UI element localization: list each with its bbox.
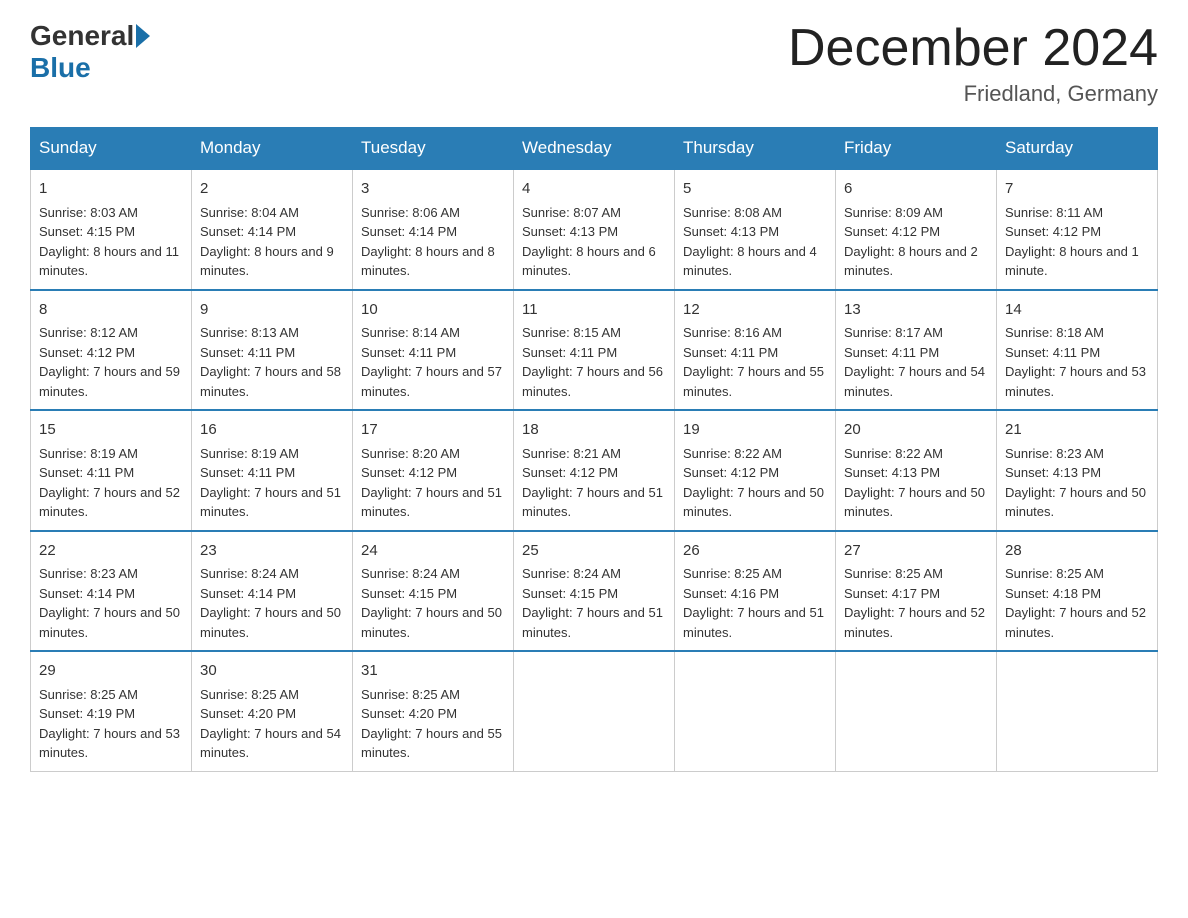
calendar-week-row: 29Sunrise: 8:25 AMSunset: 4:19 PMDayligh… [31,651,1158,771]
day-number: 11 [522,299,666,322]
day-number: 18 [522,419,666,442]
calendar-cell: 17Sunrise: 8:20 AMSunset: 4:12 PMDayligh… [353,410,514,531]
calendar-cell: 11Sunrise: 8:15 AMSunset: 4:11 PMDayligh… [514,290,675,411]
calendar-cell: 9Sunrise: 8:13 AMSunset: 4:11 PMDaylight… [192,290,353,411]
weekday-header-thursday: Thursday [675,128,836,170]
calendar-table: SundayMondayTuesdayWednesdayThursdayFrid… [30,127,1158,772]
day-number: 10 [361,299,505,322]
logo-arrow-icon [136,24,150,48]
day-number: 3 [361,178,505,201]
weekday-header-sunday: Sunday [31,128,192,170]
logo-general-text: General [30,20,134,52]
calendar-cell: 27Sunrise: 8:25 AMSunset: 4:17 PMDayligh… [836,531,997,652]
day-number: 4 [522,178,666,201]
calendar-cell: 23Sunrise: 8:24 AMSunset: 4:14 PMDayligh… [192,531,353,652]
calendar-cell: 18Sunrise: 8:21 AMSunset: 4:12 PMDayligh… [514,410,675,531]
day-number: 12 [683,299,827,322]
day-number: 5 [683,178,827,201]
day-number: 19 [683,419,827,442]
calendar-cell: 31Sunrise: 8:25 AMSunset: 4:20 PMDayligh… [353,651,514,771]
calendar-cell: 20Sunrise: 8:22 AMSunset: 4:13 PMDayligh… [836,410,997,531]
day-number: 24 [361,540,505,563]
logo: General Blue [30,20,152,84]
day-number: 9 [200,299,344,322]
calendar-cell [514,651,675,771]
calendar-cell: 21Sunrise: 8:23 AMSunset: 4:13 PMDayligh… [997,410,1158,531]
calendar-week-row: 1Sunrise: 8:03 AMSunset: 4:15 PMDaylight… [31,169,1158,290]
calendar-cell: 28Sunrise: 8:25 AMSunset: 4:18 PMDayligh… [997,531,1158,652]
calendar-cell: 3Sunrise: 8:06 AMSunset: 4:14 PMDaylight… [353,169,514,290]
day-number: 20 [844,419,988,442]
day-number: 15 [39,419,183,442]
day-number: 30 [200,660,344,683]
day-number: 6 [844,178,988,201]
calendar-cell: 16Sunrise: 8:19 AMSunset: 4:11 PMDayligh… [192,410,353,531]
calendar-cell: 22Sunrise: 8:23 AMSunset: 4:14 PMDayligh… [31,531,192,652]
weekday-header-friday: Friday [836,128,997,170]
calendar-cell: 7Sunrise: 8:11 AMSunset: 4:12 PMDaylight… [997,169,1158,290]
calendar-week-row: 15Sunrise: 8:19 AMSunset: 4:11 PMDayligh… [31,410,1158,531]
day-number: 22 [39,540,183,563]
title-section: December 2024 Friedland, Germany [788,20,1158,107]
page-header: General Blue December 2024 Friedland, Ge… [30,20,1158,107]
day-number: 17 [361,419,505,442]
day-number: 13 [844,299,988,322]
calendar-cell: 13Sunrise: 8:17 AMSunset: 4:11 PMDayligh… [836,290,997,411]
month-title: December 2024 [788,20,1158,77]
day-number: 7 [1005,178,1149,201]
day-number: 31 [361,660,505,683]
calendar-cell: 8Sunrise: 8:12 AMSunset: 4:12 PMDaylight… [31,290,192,411]
calendar-cell: 1Sunrise: 8:03 AMSunset: 4:15 PMDaylight… [31,169,192,290]
calendar-cell [997,651,1158,771]
calendar-cell: 24Sunrise: 8:24 AMSunset: 4:15 PMDayligh… [353,531,514,652]
day-number: 25 [522,540,666,563]
calendar-cell: 30Sunrise: 8:25 AMSunset: 4:20 PMDayligh… [192,651,353,771]
calendar-cell: 19Sunrise: 8:22 AMSunset: 4:12 PMDayligh… [675,410,836,531]
weekday-header-saturday: Saturday [997,128,1158,170]
calendar-cell: 12Sunrise: 8:16 AMSunset: 4:11 PMDayligh… [675,290,836,411]
day-number: 2 [200,178,344,201]
location: Friedland, Germany [788,81,1158,107]
calendar-cell [836,651,997,771]
day-number: 28 [1005,540,1149,563]
calendar-cell: 26Sunrise: 8:25 AMSunset: 4:16 PMDayligh… [675,531,836,652]
calendar-cell: 14Sunrise: 8:18 AMSunset: 4:11 PMDayligh… [997,290,1158,411]
weekday-header-wednesday: Wednesday [514,128,675,170]
calendar-cell: 4Sunrise: 8:07 AMSunset: 4:13 PMDaylight… [514,169,675,290]
calendar-cell: 10Sunrise: 8:14 AMSunset: 4:11 PMDayligh… [353,290,514,411]
calendar-cell: 2Sunrise: 8:04 AMSunset: 4:14 PMDaylight… [192,169,353,290]
day-number: 26 [683,540,827,563]
calendar-cell: 29Sunrise: 8:25 AMSunset: 4:19 PMDayligh… [31,651,192,771]
calendar-cell: 25Sunrise: 8:24 AMSunset: 4:15 PMDayligh… [514,531,675,652]
calendar-cell: 5Sunrise: 8:08 AMSunset: 4:13 PMDaylight… [675,169,836,290]
day-number: 23 [200,540,344,563]
weekday-header-row: SundayMondayTuesdayWednesdayThursdayFrid… [31,128,1158,170]
logo-blue-text: Blue [30,52,91,84]
day-number: 14 [1005,299,1149,322]
calendar-cell: 6Sunrise: 8:09 AMSunset: 4:12 PMDaylight… [836,169,997,290]
calendar-week-row: 22Sunrise: 8:23 AMSunset: 4:14 PMDayligh… [31,531,1158,652]
calendar-cell: 15Sunrise: 8:19 AMSunset: 4:11 PMDayligh… [31,410,192,531]
day-number: 27 [844,540,988,563]
calendar-week-row: 8Sunrise: 8:12 AMSunset: 4:12 PMDaylight… [31,290,1158,411]
day-number: 16 [200,419,344,442]
calendar-cell [675,651,836,771]
day-number: 21 [1005,419,1149,442]
weekday-header-tuesday: Tuesday [353,128,514,170]
day-number: 8 [39,299,183,322]
day-number: 1 [39,178,183,201]
weekday-header-monday: Monday [192,128,353,170]
day-number: 29 [39,660,183,683]
